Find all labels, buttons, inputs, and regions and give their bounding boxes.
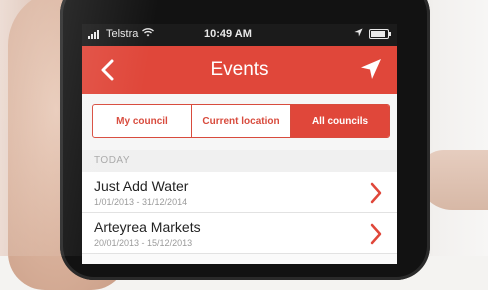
list-item[interactable]: Arteyrea Markets 20/01/2013 - 15/12/2013 (82, 213, 397, 254)
segment-all-councils[interactable]: All councils (291, 105, 389, 137)
event-dates: 20/01/2013 - 15/12/2013 (94, 238, 193, 248)
segment-label: My council (116, 115, 168, 127)
event-list: Just Add Water 1/01/2013 - 31/12/2014 Ar… (82, 172, 397, 254)
signal-bars-icon (88, 29, 102, 39)
section-header: TODAY (82, 150, 397, 172)
wifi-icon (142, 28, 155, 40)
event-dates: 1/01/2013 - 31/12/2014 (94, 197, 188, 207)
carrier-info: Telstra (88, 28, 155, 40)
battery-fill (371, 31, 385, 37)
segment-current-location[interactable]: Current location (192, 105, 291, 137)
locate-button[interactable] (359, 57, 385, 83)
status-bar: Telstra 10:49 AM (82, 24, 397, 46)
chevron-right-icon (370, 223, 382, 245)
list-item[interactable]: Just Add Water 1/01/2013 - 31/12/2014 (82, 172, 397, 213)
phone-screen: Telstra 10:49 AM Events My council Curre… (82, 24, 397, 264)
nav-bar: Events (82, 46, 397, 94)
status-right (354, 28, 391, 40)
location-services-icon (354, 28, 363, 40)
segmented-control: My council Current location All councils (92, 104, 390, 138)
status-time: 10:49 AM (204, 28, 252, 40)
location-arrow-icon (361, 59, 381, 79)
section-header-label: TODAY (94, 155, 131, 166)
segment-label: Current location (202, 115, 280, 127)
event-name: Arteyrea Markets (94, 219, 201, 235)
segment-label: All councils (311, 115, 369, 127)
segmented-control-bar: My council Current location All councils (82, 94, 397, 150)
event-name: Just Add Water (94, 178, 189, 194)
page-title: Events (210, 59, 269, 80)
segment-my-council[interactable]: My council (93, 105, 192, 137)
chevron-right-icon (370, 182, 382, 204)
battery-icon (369, 29, 391, 39)
carrier-name: Telstra (106, 28, 139, 40)
